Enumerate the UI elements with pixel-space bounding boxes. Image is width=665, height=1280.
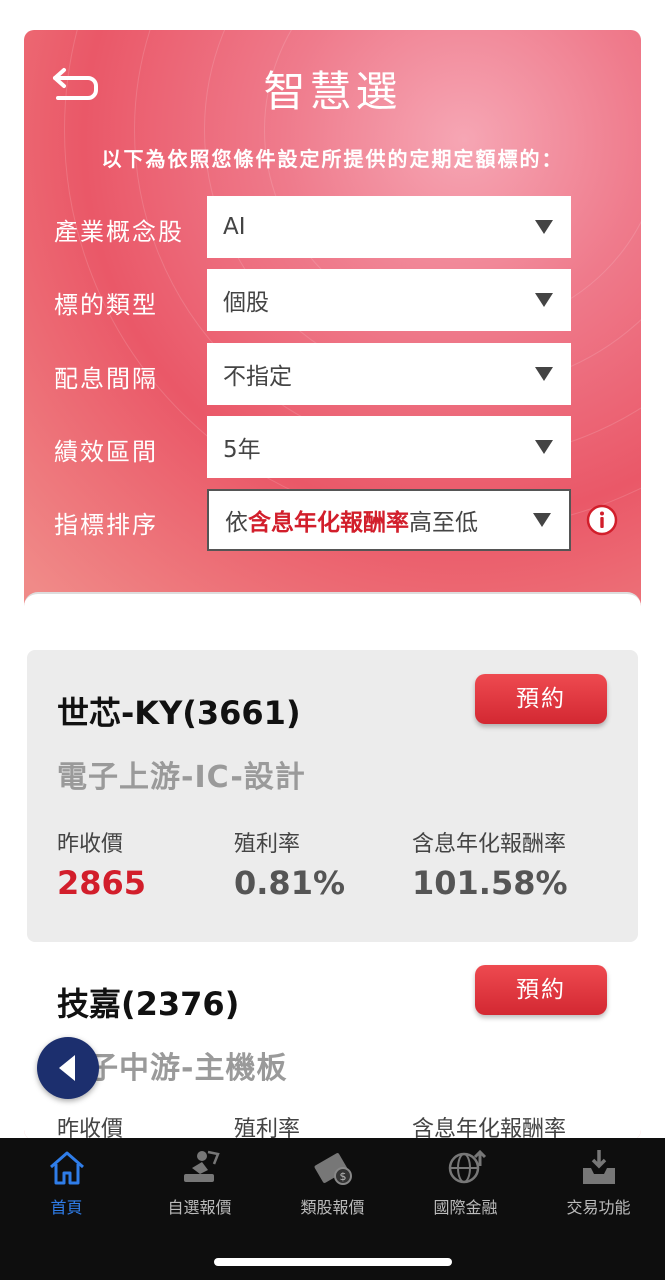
metric-label-close: 昨收價: [57, 832, 124, 857]
stock-card[interactable]: 世芯-KY(3661) 預約 電子上游-IC-設計 昨收價 殖利率 含息年化報酬…: [27, 650, 638, 942]
metric-label-return: 含息年化報酬率: [412, 1117, 567, 1140]
sector-quote-icon: $: [314, 1153, 352, 1185]
collapse-floating-button[interactable]: [37, 1037, 99, 1099]
type-select[interactable]: 個股: [207, 269, 571, 331]
dropdown-caret-icon: [533, 513, 551, 527]
metric-value-return: 101.58%: [412, 864, 568, 902]
stock-name: 世芯-KY(3661): [57, 694, 301, 732]
tab-label: 國際金融: [433, 1198, 498, 1217]
svg-text:$: $: [339, 1170, 346, 1183]
home-icon: [49, 1151, 84, 1185]
metric-value-yield: 0.81%: [234, 864, 346, 902]
stock-name: 技嘉(2376): [57, 985, 240, 1023]
metric-label-yield: 殖利率: [234, 832, 301, 857]
globe-icon: [448, 1149, 486, 1184]
trade-icon: [582, 1150, 615, 1184]
performance-period-select[interactable]: 5年: [207, 416, 571, 478]
metric-value-close: 2865: [57, 864, 147, 902]
tab-international-finance[interactable]: 國際金融: [399, 1146, 532, 1236]
sort-select-value: 依含息年化報酬率高至低: [225, 510, 478, 536]
tab-watchlist[interactable]: 自選報價: [133, 1146, 266, 1236]
filter-label-sort: 指標排序: [54, 511, 158, 539]
watchlist-icon: [183, 1150, 220, 1182]
type-select-value: 個股: [223, 290, 269, 316]
metric-label-yield: 殖利率: [234, 1117, 301, 1140]
home-indicator: [214, 1258, 452, 1266]
tab-home[interactable]: 首頁: [0, 1146, 133, 1236]
tab-sector-quote[interactable]: $ 類股報價: [266, 1146, 399, 1236]
smart-select-panel: 智慧選 以下為依照您條件設定所提供的定期定額標的： 產業概念股 AI 標的類型 …: [24, 30, 641, 1140]
filter-label-type: 標的類型: [54, 291, 158, 319]
stock-industry: 電子上游-IC-設計: [57, 760, 306, 795]
industry-select-value: AI: [223, 214, 246, 240]
industry-select[interactable]: AI: [207, 196, 571, 258]
info-icon[interactable]: [585, 503, 619, 537]
dropdown-caret-icon: [535, 367, 553, 381]
stock-card[interactable]: 技嘉(2376) 預約 電子中游-主機板 昨收價 殖利率 含息年化報酬率: [27, 949, 638, 1140]
sort-select[interactable]: 依含息年化報酬率高至低: [207, 489, 571, 551]
performance-period-select-value: 5年: [223, 437, 261, 463]
filter-label-industry: 產業概念股: [54, 218, 184, 246]
tab-trade-functions[interactable]: 交易功能: [532, 1146, 665, 1236]
dropdown-caret-icon: [535, 220, 553, 234]
dividend-interval-select-value: 不指定: [223, 364, 292, 390]
play-left-icon: [59, 1055, 75, 1081]
dropdown-caret-icon: [535, 293, 553, 307]
filter-label-dividend-interval: 配息間隔: [54, 365, 158, 393]
reserve-button[interactable]: 預約: [475, 674, 607, 724]
result-list: 世芯-KY(3661) 預約 電子上游-IC-設計 昨收價 殖利率 含息年化報酬…: [24, 592, 641, 1140]
page-subtitle: 以下為依照您條件設定所提供的定期定額標的：: [101, 147, 564, 171]
tab-label: 首頁: [50, 1198, 83, 1217]
metric-label-close: 昨收價: [57, 1117, 124, 1140]
dividend-interval-select[interactable]: 不指定: [207, 343, 571, 405]
tab-label: 交易功能: [566, 1198, 631, 1217]
tab-label: 自選報價: [167, 1198, 232, 1217]
metric-label-return: 含息年化報酬率: [412, 832, 567, 857]
tab-label: 類股報價: [300, 1198, 365, 1217]
filter-label-performance-period: 績效區間: [54, 438, 158, 466]
page-title: 智慧選: [263, 67, 402, 116]
dropdown-caret-icon: [535, 440, 553, 454]
reserve-button[interactable]: 預約: [475, 965, 607, 1015]
